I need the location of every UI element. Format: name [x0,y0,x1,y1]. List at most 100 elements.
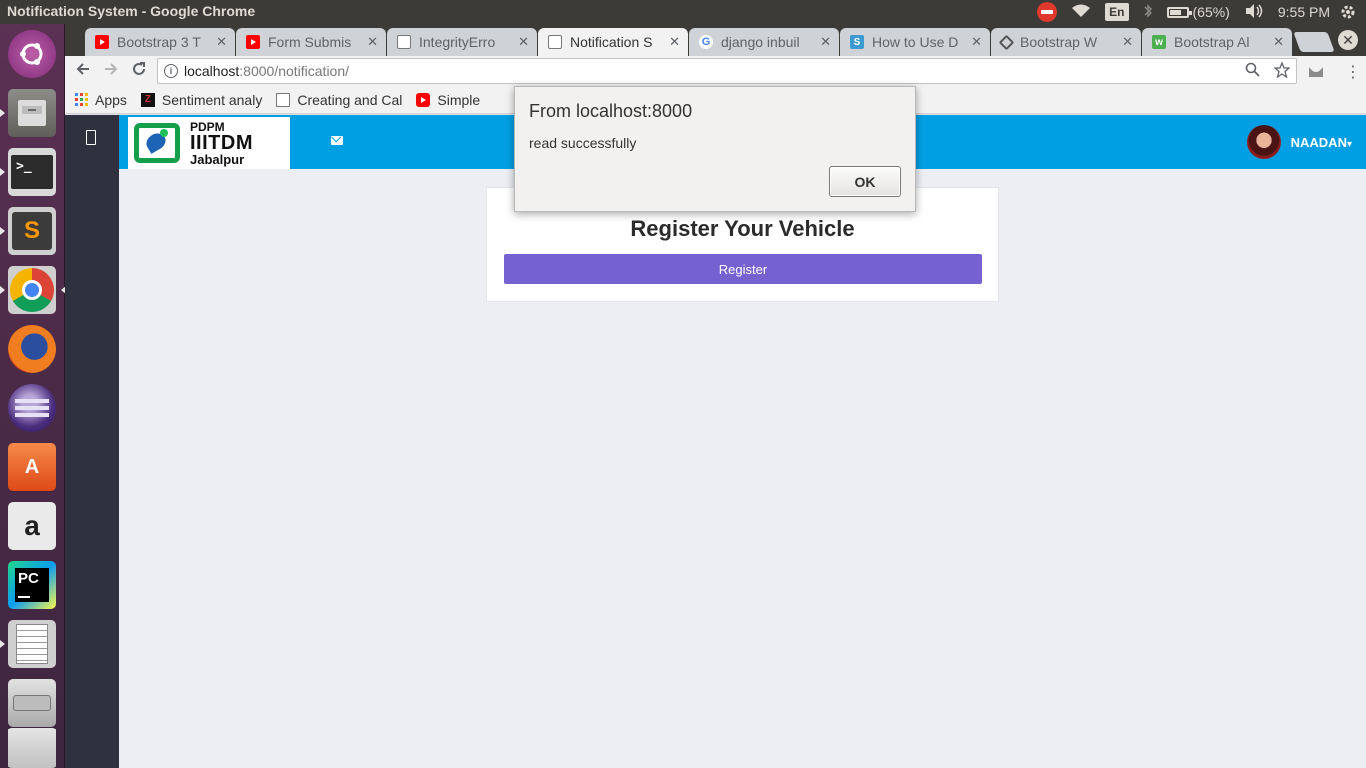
shopping-bag-icon: A [8,443,56,491]
keyboard-language-indicator[interactable]: En [1105,3,1129,21]
close-icon[interactable]: ✕ [820,34,831,50]
extension-icon[interactable] [1307,63,1325,84]
tab-label: Notification S [570,34,653,50]
clock-time: 9:55 PM [1277,4,1330,20]
close-icon[interactable]: ✕ [216,34,227,50]
bookmark-simple[interactable]: Simple [416,92,480,108]
site-logo[interactable]: PDPM IIITDM Jabalpur [128,117,290,169]
logo-line-2: IIITDM [190,131,253,154]
tab-strip: Bootstrap 3 T ✕ Form Submis ✕ IntegrityE… [65,24,1366,56]
browser-toolbar: i localhost:8000/notification/ ⋮ [65,56,1366,86]
reload-button[interactable] [125,57,153,85]
bookmark-apps[interactable]: Apps [75,92,127,108]
network-disabled-indicator[interactable] [1037,2,1058,22]
bluetooth-icon [1143,3,1153,22]
battery-indicator[interactable]: (65%) [1166,4,1230,20]
bluetooth-indicator[interactable] [1143,3,1153,22]
star-icon[interactable] [1273,61,1291,83]
file-cabinet-icon [8,89,56,137]
forward-button[interactable] [97,57,125,85]
tab-integrity-error[interactable]: IntegrityErro ✕ [387,28,537,56]
trash-icon [8,728,56,768]
terminal-icon: >_ [8,148,56,196]
close-icon[interactable]: ✕ [367,34,378,50]
launcher-eclipse[interactable] [6,382,58,434]
info-icon[interactable]: i [164,64,178,78]
forward-arrow-icon [103,61,119,82]
bookmark-label: Apps [95,91,127,108]
launcher-text-editor[interactable] [0,618,58,670]
new-tab-button[interactable] [1293,32,1335,52]
user-menu[interactable]: NAADAN▾ [1246,125,1352,159]
window-title: Notification System - Google Chrome [7,3,256,19]
launcher-software-center[interactable]: A [6,441,58,493]
system-top-bar: Notification System - Google Chrome En (… [0,0,1366,24]
launcher-disk-drive[interactable] [6,677,58,729]
ok-button[interactable]: OK [829,166,901,197]
window-close-button[interactable]: ✕ [1338,30,1358,50]
caret-down-icon: ▾ [1346,138,1352,150]
language-code: En [1105,3,1129,21]
tab-bootstrap-w[interactable]: Bootstrap W ✕ [991,28,1141,56]
launcher-firefox[interactable] [6,323,58,375]
launcher-chrome[interactable] [0,264,66,316]
tab-notification-system[interactable]: Notification S ✕ [538,28,688,56]
tab-how-to-use[interactable]: S How to Use D ✕ [840,28,990,56]
bookmark-label: Creating and Cal [297,91,403,108]
clock[interactable]: 9:55 PM [1278,4,1330,20]
launcher-files[interactable] [0,87,58,139]
tab-form-submis[interactable]: Form Submis ✕ [236,28,386,56]
alert-title: From localhost:8000 [529,101,693,121]
logo-line-1: PDPM [190,119,225,134]
launcher-pycharm[interactable]: PC [6,559,58,611]
close-icon[interactable]: ✕ [971,34,982,50]
launcher-amazon[interactable]: a [6,500,58,552]
running-pip [0,640,5,648]
youtube-icon [246,35,260,49]
sidebar-toggle-icon[interactable] [86,130,96,145]
launcher-trash[interactable] [6,728,58,768]
launcher-ubuntu-button[interactable] [6,28,58,80]
logo-mark-icon [132,120,184,166]
bookmark-sentiment[interactable]: Z Sentiment analy [140,92,262,108]
gear-icon[interactable] [1340,4,1356,23]
firefox-icon [8,325,56,373]
amazon-icon: a [8,502,56,550]
sublime-text-icon: S [8,207,56,255]
w3-icon: w [1152,35,1166,49]
back-arrow-icon [75,61,91,82]
mail-icon[interactable] [331,136,343,145]
tab-bootstrap-3[interactable]: Bootstrap 3 T ✕ [85,28,235,56]
volume-indicator[interactable] [1244,3,1264,22]
document-icon [548,35,562,49]
pycharm-icon: PC [8,561,56,609]
alert-message: read successfully [529,135,637,151]
launcher-sublime-text[interactable]: S [0,205,58,257]
back-button[interactable] [69,57,97,85]
url-host: localhost [184,63,240,79]
wifi-indicator[interactable] [1071,4,1091,21]
close-icon[interactable]: ✕ [1273,34,1284,50]
youtube-icon [95,35,109,49]
battery-icon [1166,6,1192,18]
tab-django-inbuilt[interactable]: G django inbuil ✕ [689,28,839,56]
close-icon[interactable]: ✕ [1122,34,1133,50]
web-page: PDPM IIITDM Jabalpur NAADAN▾ Register Yo… [65,115,1366,768]
reload-icon [131,61,147,82]
url-path: :8000/notification/ [239,63,350,79]
user-name: NAADAN [1290,134,1347,150]
tab-bootstrap-al[interactable]: w Bootstrap Al ✕ [1142,28,1292,56]
launcher-terminal[interactable]: >_ [0,146,58,198]
avatar [1246,125,1281,159]
close-icon[interactable]: ✕ [518,34,529,50]
bookmark-creating[interactable]: Creating and Cal [276,92,402,108]
ubuntu-icon [8,30,56,78]
logo-line-3: Jabalpur [190,151,245,167]
document-icon [276,92,291,107]
close-icon[interactable]: ✕ [669,34,680,50]
register-button[interactable]: Register [504,254,982,284]
tab-label: How to Use D [872,34,959,50]
zoom-icon[interactable] [1245,62,1260,83]
menu-kebab-icon[interactable]: ⋮ [1345,62,1361,82]
address-bar[interactable]: i localhost:8000/notification/ [157,58,1297,84]
